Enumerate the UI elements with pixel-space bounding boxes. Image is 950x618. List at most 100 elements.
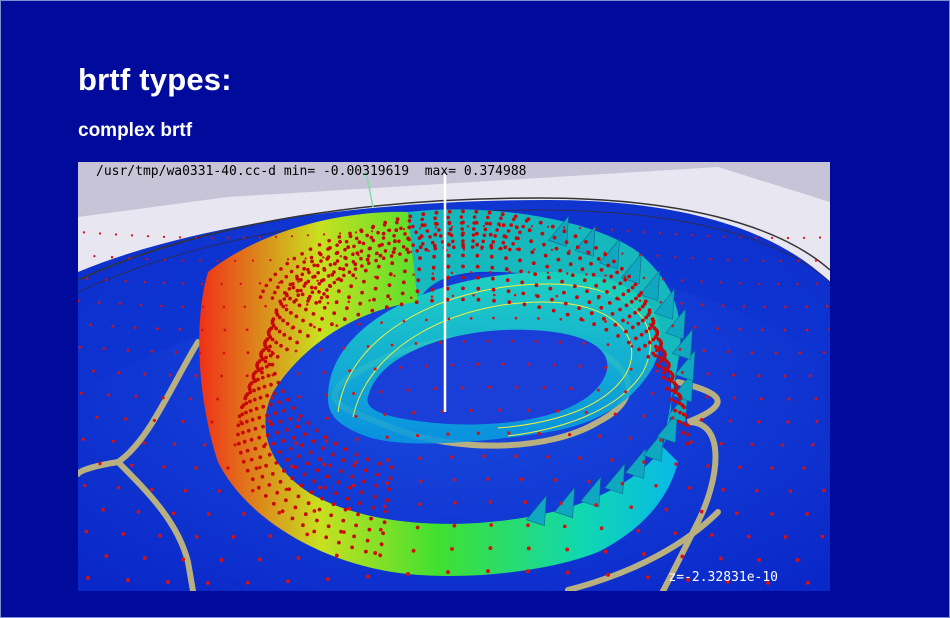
floor-point <box>533 248 536 251</box>
floor-point <box>306 234 310 237</box>
floor-point <box>162 281 166 285</box>
surface-plot-viewport[interactable]: /usr/tmp/wa0331-40.cc-d min= -0.00319619… <box>78 162 830 591</box>
wall-point <box>546 275 551 280</box>
wall-point <box>506 289 511 294</box>
wall-point <box>678 410 682 415</box>
floor-point <box>418 456 422 460</box>
wall-point <box>400 291 405 296</box>
floor-point <box>152 418 156 423</box>
floor-point <box>130 234 134 237</box>
floor-point <box>258 236 262 239</box>
wall-point <box>253 446 258 451</box>
wall-point <box>637 307 642 312</box>
wall-point <box>279 343 283 348</box>
floor-point <box>681 279 684 282</box>
wall-point <box>633 282 638 287</box>
wall-point <box>280 389 285 394</box>
floor-point <box>206 581 210 585</box>
floor-point <box>757 420 761 424</box>
wall-point <box>341 267 346 272</box>
floor-point <box>354 231 358 234</box>
wall-point <box>308 294 312 299</box>
wall-point <box>238 450 243 455</box>
wall-point <box>529 239 533 244</box>
wall-point <box>372 494 377 499</box>
wall-point <box>448 227 453 232</box>
wall-point <box>641 318 645 323</box>
floor-point <box>354 277 358 280</box>
floor-point <box>156 327 159 330</box>
wall-point <box>491 287 496 292</box>
floor-point <box>335 324 339 327</box>
wall-point <box>287 287 292 291</box>
floor-point <box>242 236 246 239</box>
wall-point <box>670 388 674 393</box>
wall-point <box>308 323 313 327</box>
floor-point <box>783 374 787 378</box>
wall-point <box>274 340 279 345</box>
wall-point <box>575 295 579 300</box>
wall-point <box>254 406 259 411</box>
wall-point <box>652 326 657 331</box>
wall-point <box>435 222 439 226</box>
wall-point <box>320 446 325 451</box>
floor-point <box>659 438 663 442</box>
wall-point <box>647 308 652 313</box>
wall-point <box>382 520 387 525</box>
wall-point <box>303 512 308 517</box>
floor-point <box>757 282 761 286</box>
wall-point <box>437 228 441 232</box>
floor-point <box>146 258 149 261</box>
floor-point <box>201 305 205 309</box>
wall-point <box>377 243 382 248</box>
wall-point <box>265 393 269 398</box>
wall-point <box>270 296 275 300</box>
floor-point <box>245 328 249 332</box>
floor-point <box>290 464 294 468</box>
wall-point <box>323 435 328 440</box>
floor-point <box>732 396 736 400</box>
wall-point <box>338 239 342 244</box>
floor-point <box>419 479 423 484</box>
floor-point <box>469 317 473 320</box>
floor-point <box>690 234 694 237</box>
wall-point <box>317 282 322 286</box>
floor-point <box>222 351 226 355</box>
wall-point <box>519 269 523 274</box>
floor-point <box>562 226 566 229</box>
wall-point <box>665 386 670 391</box>
wall-point <box>397 239 401 244</box>
floor-point <box>231 535 236 539</box>
wall-point <box>503 245 508 250</box>
wall-point <box>249 437 254 442</box>
wall-point <box>370 225 375 230</box>
floor-point <box>347 300 351 304</box>
floor-point <box>201 282 204 286</box>
wall-point <box>415 249 420 253</box>
wall-point <box>594 283 599 288</box>
floor-point <box>582 341 586 345</box>
floor-point <box>354 414 358 418</box>
wall-point <box>278 419 283 424</box>
floor-point <box>604 274 607 277</box>
floor-point <box>318 485 322 490</box>
floor-point <box>721 487 725 492</box>
wall-point <box>686 432 690 437</box>
floor-point <box>83 483 87 488</box>
floor-point <box>450 546 454 551</box>
wall-point <box>286 397 290 402</box>
floor-point <box>488 500 493 504</box>
wall-point <box>319 296 324 300</box>
wall-point <box>319 259 323 263</box>
wall-point <box>662 366 666 371</box>
floor-point <box>95 415 99 419</box>
wall-point <box>504 256 508 261</box>
floor-point <box>702 349 706 353</box>
wall-point <box>343 247 347 252</box>
floor-point <box>508 270 511 274</box>
wall-point <box>445 286 450 291</box>
wall-point <box>612 259 616 264</box>
wall-point <box>538 220 543 225</box>
wall-point <box>271 501 276 506</box>
wall-point <box>509 223 513 227</box>
